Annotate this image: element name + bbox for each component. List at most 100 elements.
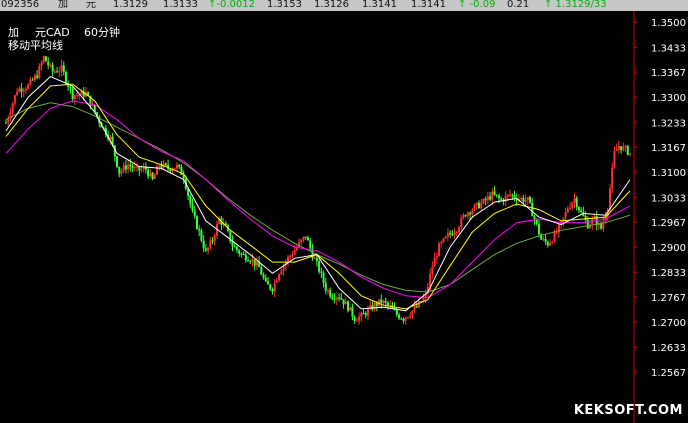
candle-down xyxy=(626,146,629,155)
y-tick-label: 1.2967 xyxy=(651,218,686,229)
candle-up xyxy=(609,188,612,210)
candle-down xyxy=(20,88,23,92)
candle-down xyxy=(198,228,201,231)
candle-down xyxy=(144,167,147,170)
candle-up xyxy=(291,254,294,256)
candle-up xyxy=(175,164,178,169)
candle-up xyxy=(458,227,461,233)
candle-down xyxy=(240,253,243,255)
candle-down xyxy=(342,299,345,305)
candle-up xyxy=(24,89,27,91)
candle-down xyxy=(489,196,492,200)
candle-down xyxy=(493,191,496,195)
candle-up xyxy=(349,307,352,311)
candle-down xyxy=(353,316,356,322)
candle-down xyxy=(247,260,250,262)
candle-down xyxy=(262,274,265,278)
candle-up xyxy=(42,56,45,63)
candle-down xyxy=(320,271,323,273)
candle-up xyxy=(411,310,414,316)
candle-down xyxy=(364,313,367,316)
candle-up xyxy=(555,232,558,234)
candle-down xyxy=(204,248,207,251)
candle-up xyxy=(293,250,296,255)
candle-down xyxy=(191,204,194,211)
candle-up xyxy=(409,315,412,317)
quote-time-price: ↑ 1.3129/33 xyxy=(544,0,607,10)
candle-down xyxy=(402,318,405,321)
candle-up xyxy=(142,167,145,170)
candle-up xyxy=(313,258,316,260)
candle-up xyxy=(622,146,625,151)
candle-up xyxy=(255,261,258,266)
candle-down xyxy=(351,307,354,317)
candle-up xyxy=(360,313,363,317)
candle-down xyxy=(577,207,580,211)
candle-down xyxy=(233,246,236,248)
y-tick-label: 1.3367 xyxy=(651,68,686,79)
quote-name-a: 加 xyxy=(58,0,68,10)
candle-down xyxy=(484,198,487,201)
candle-up xyxy=(442,238,445,243)
candle-up xyxy=(209,240,212,248)
candle-down xyxy=(415,306,418,308)
candle-down xyxy=(544,238,547,242)
candle-up xyxy=(289,255,292,258)
candle-up xyxy=(122,165,125,171)
candle-up xyxy=(127,164,130,170)
candle-down xyxy=(69,86,72,89)
candle-up xyxy=(453,232,456,236)
candle-up xyxy=(526,197,529,201)
y-tick-label: 1.2700 xyxy=(651,318,686,329)
candle-down xyxy=(464,215,467,217)
candle-down xyxy=(449,233,452,235)
y-tick-label: 1.2567 xyxy=(651,368,686,379)
candle-up xyxy=(444,236,447,239)
candle-down xyxy=(546,241,549,246)
quote-open: 1.3129 xyxy=(113,0,148,10)
candle-down xyxy=(151,172,154,180)
candle-down xyxy=(147,169,150,177)
candle-up xyxy=(438,243,441,257)
candle-down xyxy=(253,259,256,266)
candle-down xyxy=(193,210,196,217)
candle-up xyxy=(615,149,618,152)
candle-down xyxy=(384,300,387,303)
candle-down xyxy=(269,284,272,289)
candle-down xyxy=(477,202,480,209)
quote-bar: 092356 加 元 1.3129 1.3133 ↑-0.0012 1.3153… xyxy=(0,0,688,11)
candle-down xyxy=(338,297,341,299)
quote-prev-close: 1.3133 xyxy=(163,0,198,10)
candle-up xyxy=(153,174,156,180)
candle-down xyxy=(238,250,241,254)
candle-up xyxy=(462,215,465,218)
candle-up xyxy=(149,172,152,177)
candle-up xyxy=(76,95,79,97)
chart-period: 60分钟 xyxy=(84,26,120,39)
candle-up xyxy=(22,90,25,92)
candle-up xyxy=(326,290,329,292)
candle-up xyxy=(482,198,485,203)
candle-up xyxy=(53,71,56,73)
candle-down xyxy=(324,282,327,291)
candle-down xyxy=(164,163,167,165)
candle-down xyxy=(497,195,500,199)
y-tick-label: 1.2833 xyxy=(651,268,686,279)
candle-up xyxy=(11,103,14,113)
candle-up xyxy=(433,258,436,267)
candle-down xyxy=(260,267,263,275)
candle-down xyxy=(511,194,514,196)
price-chart[interactable]: 1.3500 1.3433 1.3367 1.3300 1.3233 1.3167 1.31… xyxy=(0,11,688,423)
candle-down xyxy=(47,61,50,66)
chart-area[interactable]: 1.3500 1.3433 1.3367 1.3300 1.3233 1.3167 1.31… xyxy=(0,11,688,423)
candle-up xyxy=(60,65,63,72)
candle-up xyxy=(366,308,369,316)
candle-down xyxy=(386,302,389,306)
candle-down xyxy=(71,88,74,100)
quote-change-pct: ↑ -0.09 xyxy=(458,0,496,10)
candle-down xyxy=(375,302,378,306)
quote-amplitude: 0.21 xyxy=(507,0,530,10)
candle-up xyxy=(413,306,416,311)
quote-code: 092356 xyxy=(1,0,40,10)
candle-up xyxy=(406,316,409,318)
